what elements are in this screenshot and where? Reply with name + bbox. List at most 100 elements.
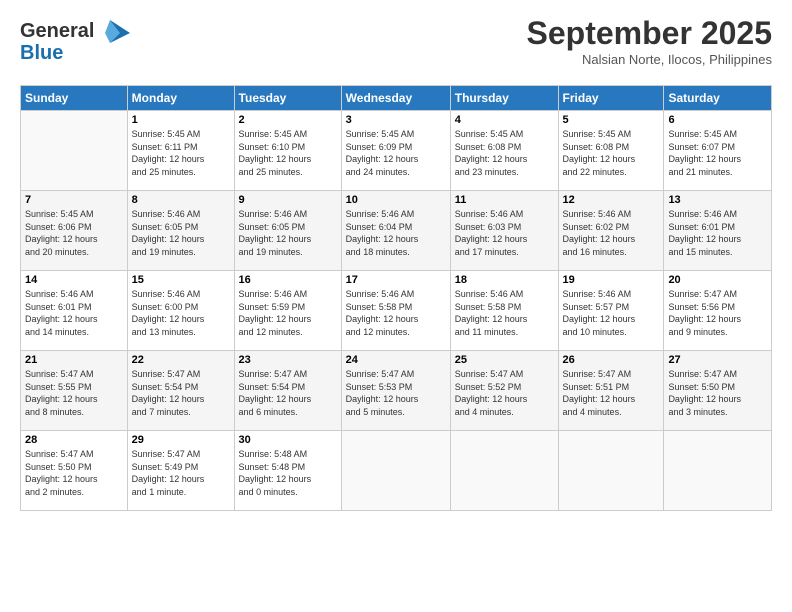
calendar-cell: 7Sunrise: 5:45 AMSunset: 6:06 PMDaylight… bbox=[21, 191, 128, 271]
day-info: Sunrise: 5:46 AMSunset: 5:58 PMDaylight:… bbox=[455, 288, 554, 338]
calendar-cell: 28 Sunrise: 5:47 AMSunset: 5:50 PMDayligh… bbox=[21, 431, 128, 511]
day-number: 6 bbox=[668, 114, 767, 126]
day-info: Sunrise: 5:47 AMSunset: 5:52 PMDaylight:… bbox=[455, 368, 554, 418]
calendar-cell: 15 Sunrise: 5:46 AMSunset: 6:00 PMDayligh… bbox=[127, 271, 234, 351]
calendar-cell: 3 Sunrise: 5:45 AMSunset: 6:09 PMDaylight… bbox=[341, 111, 450, 191]
day-number: 26 bbox=[563, 354, 660, 366]
calendar-cell bbox=[21, 111, 128, 191]
day-number: 15 bbox=[132, 274, 230, 286]
day-info: Sunrise: 5:46 AMSunset: 6:05 PMDaylight:… bbox=[239, 208, 337, 258]
day-info: Sunrise: 5:47 AMSunset: 5:54 PMDaylight:… bbox=[132, 368, 230, 418]
logo-text: General Blue bbox=[20, 15, 130, 75]
col-header-friday: Friday bbox=[558, 86, 664, 111]
day-number: 1 bbox=[132, 114, 230, 126]
day-number: 12 bbox=[563, 194, 660, 206]
day-number: 24 bbox=[346, 354, 446, 366]
calendar-cell: 2 Sunrise: 5:45 AMSunset: 6:10 PMDaylight… bbox=[234, 111, 341, 191]
calendar-cell bbox=[341, 431, 450, 511]
day-number: 8 bbox=[132, 194, 230, 206]
day-info: Sunrise: 5:47 AMSunset: 5:53 PMDaylight:… bbox=[346, 368, 446, 418]
day-info: Sunrise: 5:46 AMSunset: 5:57 PMDaylight:… bbox=[563, 288, 660, 338]
logo: General Blue bbox=[20, 15, 130, 75]
week-row-2: 7Sunrise: 5:45 AMSunset: 6:06 PMDaylight… bbox=[21, 191, 772, 271]
day-info: Sunrise: 5:46 AMSunset: 6:00 PMDaylight:… bbox=[132, 288, 230, 338]
day-number: 23 bbox=[239, 354, 337, 366]
day-info: Sunrise: 5:46 AMSunset: 6:04 PMDaylight:… bbox=[346, 208, 446, 258]
day-number: 17 bbox=[346, 274, 446, 286]
col-header-saturday: Saturday bbox=[664, 86, 772, 111]
calendar-cell: 4Sunrise: 5:45 AMSunset: 6:08 PMDaylight… bbox=[450, 111, 558, 191]
day-number: 29 bbox=[132, 434, 230, 446]
day-number: 3 bbox=[346, 114, 446, 126]
day-number: 20 bbox=[668, 274, 767, 286]
day-number: 10 bbox=[346, 194, 446, 206]
day-info: Sunrise: 5:47 AMSunset: 5:55 PMDaylight:… bbox=[25, 368, 123, 418]
day-number: 21 bbox=[25, 354, 123, 366]
week-row-1: 1 Sunrise: 5:45 AMSunset: 6:11 PMDaylight… bbox=[21, 111, 772, 191]
day-number: 5 bbox=[563, 114, 660, 126]
week-row-5: 28 Sunrise: 5:47 AMSunset: 5:50 PMDayligh… bbox=[21, 431, 772, 511]
day-info: Sunrise: 5:46 AMSunset: 6:01 PMDaylight:… bbox=[668, 208, 767, 258]
day-number: 19 bbox=[563, 274, 660, 286]
calendar-cell: 12Sunrise: 5:46 AMSunset: 6:02 PMDayligh… bbox=[558, 191, 664, 271]
calendar-cell: 29 Sunrise: 5:47 AMSunset: 5:49 PMDayligh… bbox=[127, 431, 234, 511]
day-info: Sunrise: 5:45 AMSunset: 6:07 PMDaylight:… bbox=[668, 128, 767, 178]
day-number: 27 bbox=[668, 354, 767, 366]
page-header: General Blue September 2025 Nalsian Nort… bbox=[20, 15, 772, 75]
calendar-cell: 21 Sunrise: 5:47 AMSunset: 5:55 PMDayligh… bbox=[21, 351, 128, 431]
day-number: 18 bbox=[455, 274, 554, 286]
calendar-cell: 14Sunrise: 5:46 AMSunset: 6:01 PMDayligh… bbox=[21, 271, 128, 351]
day-number: 28 bbox=[25, 434, 123, 446]
day-info: Sunrise: 5:47 AMSunset: 5:50 PMDaylight:… bbox=[668, 368, 767, 418]
week-row-4: 21 Sunrise: 5:47 AMSunset: 5:55 PMDayligh… bbox=[21, 351, 772, 431]
day-number: 11 bbox=[455, 194, 554, 206]
day-number: 2 bbox=[239, 114, 337, 126]
day-number: 30 bbox=[239, 434, 337, 446]
calendar-cell: 18 Sunrise: 5:46 AMSunset: 5:58 PMDayligh… bbox=[450, 271, 558, 351]
day-info: Sunrise: 5:45 AMSunset: 6:10 PMDaylight:… bbox=[239, 128, 337, 178]
day-info: Sunrise: 5:47 AMSunset: 5:50 PMDaylight:… bbox=[25, 448, 123, 498]
day-number: 9 bbox=[239, 194, 337, 206]
day-info: Sunrise: 5:45 AMSunset: 6:11 PMDaylight:… bbox=[132, 128, 230, 178]
calendar-header-row: SundayMondayTuesdayWednesdayThursdayFrid… bbox=[21, 86, 772, 111]
location: Nalsian Norte, Ilocos, Philippines bbox=[527, 52, 772, 67]
calendar-cell bbox=[558, 431, 664, 511]
day-info: Sunrise: 5:46 AMSunset: 5:58 PMDaylight:… bbox=[346, 288, 446, 338]
calendar-cell: 11Sunrise: 5:46 AMSunset: 6:03 PMDayligh… bbox=[450, 191, 558, 271]
page-container: General Blue September 2025 Nalsian Nort… bbox=[0, 0, 792, 521]
month-title: September 2025 bbox=[527, 15, 772, 52]
calendar-cell: 6 Sunrise: 5:45 AMSunset: 6:07 PMDaylight… bbox=[664, 111, 772, 191]
day-info: Sunrise: 5:47 AMSunset: 5:49 PMDaylight:… bbox=[132, 448, 230, 498]
day-info: Sunrise: 5:47 AMSunset: 5:51 PMDaylight:… bbox=[563, 368, 660, 418]
calendar-cell: 5 Sunrise: 5:45 AMSunset: 6:08 PMDaylight… bbox=[558, 111, 664, 191]
calendar-cell: 23 Sunrise: 5:47 AMSunset: 5:54 PMDayligh… bbox=[234, 351, 341, 431]
col-header-wednesday: Wednesday bbox=[341, 86, 450, 111]
svg-text:General: General bbox=[20, 20, 94, 42]
day-number: 22 bbox=[132, 354, 230, 366]
calendar-cell: 9 Sunrise: 5:46 AMSunset: 6:05 PMDaylight… bbox=[234, 191, 341, 271]
calendar-cell: 26 Sunrise: 5:47 AMSunset: 5:51 PMDayligh… bbox=[558, 351, 664, 431]
day-info: Sunrise: 5:46 AMSunset: 6:05 PMDaylight:… bbox=[132, 208, 230, 258]
day-info: Sunrise: 5:47 AMSunset: 5:54 PMDaylight:… bbox=[239, 368, 337, 418]
calendar-cell: 8 Sunrise: 5:46 AMSunset: 6:05 PMDaylight… bbox=[127, 191, 234, 271]
calendar-cell: 22 Sunrise: 5:47 AMSunset: 5:54 PMDayligh… bbox=[127, 351, 234, 431]
day-number: 4 bbox=[455, 114, 554, 126]
col-header-monday: Monday bbox=[127, 86, 234, 111]
svg-text:Blue: Blue bbox=[20, 42, 63, 64]
calendar-cell: 24 Sunrise: 5:47 AMSunset: 5:53 PMDayligh… bbox=[341, 351, 450, 431]
col-header-tuesday: Tuesday bbox=[234, 86, 341, 111]
day-info: Sunrise: 5:48 AMSunset: 5:48 PMDaylight:… bbox=[239, 448, 337, 498]
calendar-cell: 19 Sunrise: 5:46 AMSunset: 5:57 PMDayligh… bbox=[558, 271, 664, 351]
day-info: Sunrise: 5:45 AMSunset: 6:09 PMDaylight:… bbox=[346, 128, 446, 178]
calendar-cell: 17 Sunrise: 5:46 AMSunset: 5:58 PMDayligh… bbox=[341, 271, 450, 351]
day-info: Sunrise: 5:47 AMSunset: 5:56 PMDaylight:… bbox=[668, 288, 767, 338]
col-header-thursday: Thursday bbox=[450, 86, 558, 111]
day-info: Sunrise: 5:46 AMSunset: 5:59 PMDaylight:… bbox=[239, 288, 337, 338]
calendar-cell: 20 Sunrise: 5:47 AMSunset: 5:56 PMDayligh… bbox=[664, 271, 772, 351]
day-number: 25 bbox=[455, 354, 554, 366]
calendar-cell bbox=[450, 431, 558, 511]
title-block: September 2025 Nalsian Norte, Ilocos, Ph… bbox=[527, 15, 772, 67]
week-row-3: 14Sunrise: 5:46 AMSunset: 6:01 PMDayligh… bbox=[21, 271, 772, 351]
day-info: Sunrise: 5:45 AMSunset: 6:08 PMDaylight:… bbox=[563, 128, 660, 178]
calendar-cell: 13Sunrise: 5:46 AMSunset: 6:01 PMDayligh… bbox=[664, 191, 772, 271]
